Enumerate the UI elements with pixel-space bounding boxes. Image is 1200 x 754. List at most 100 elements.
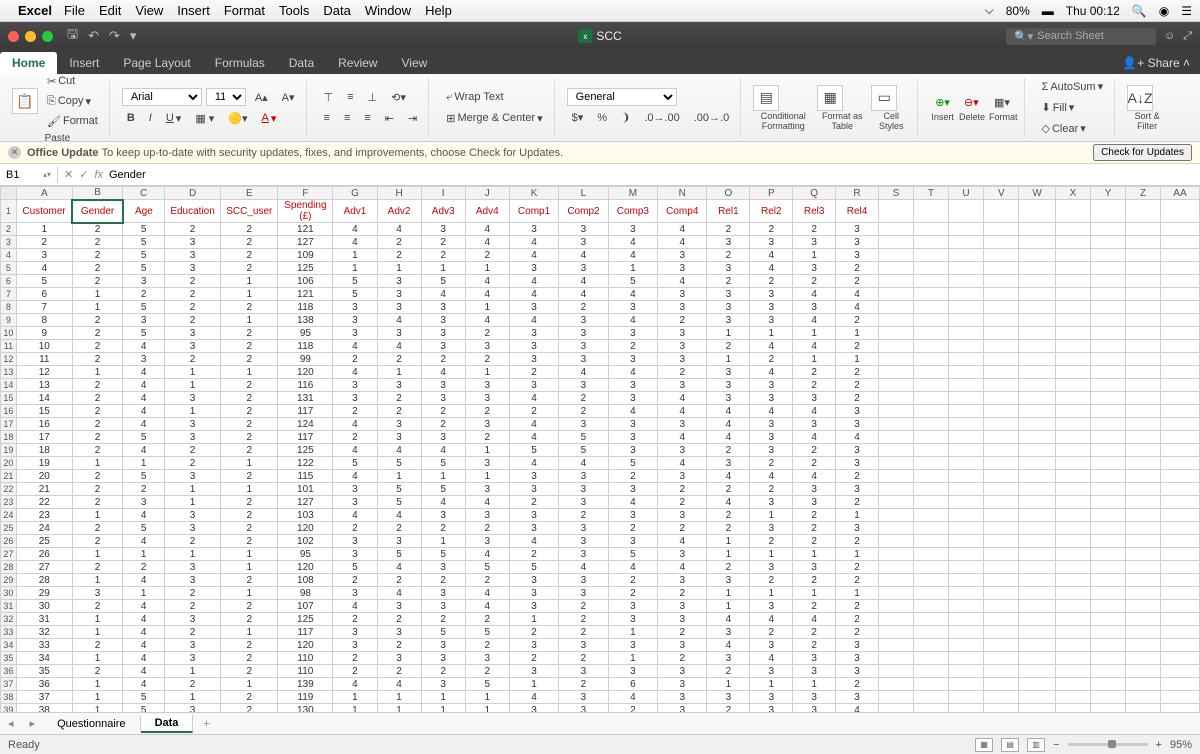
- data-cell[interactable]: 4: [658, 405, 707, 418]
- menu-icon[interactable]: ☰: [1181, 4, 1192, 18]
- data-cell[interactable]: 1: [333, 249, 377, 262]
- data-cell[interactable]: 3: [377, 275, 421, 288]
- data-cell[interactable]: 3: [793, 418, 836, 431]
- row-header-30[interactable]: 30: [1, 587, 17, 600]
- sheet-nav-prev-icon[interactable]: ◂: [0, 717, 22, 730]
- empty-cell[interactable]: [1019, 522, 1056, 535]
- empty-cell[interactable]: [984, 314, 1019, 327]
- data-cell[interactable]: 3: [658, 249, 707, 262]
- empty-cell[interactable]: [984, 288, 1019, 301]
- data-cell[interactable]: 1: [836, 509, 879, 522]
- data-cell[interactable]: 2: [221, 522, 278, 535]
- data-cell[interactable]: 35: [16, 665, 72, 678]
- empty-cell[interactable]: [878, 470, 913, 483]
- data-cell[interactable]: 2: [750, 626, 793, 639]
- data-cell[interactable]: 27: [16, 561, 72, 574]
- data-cell[interactable]: 2: [707, 249, 750, 262]
- col-header-V[interactable]: V: [984, 187, 1019, 200]
- data-cell[interactable]: 2: [465, 405, 509, 418]
- data-cell[interactable]: 3: [377, 600, 421, 613]
- empty-cell[interactable]: [914, 457, 949, 470]
- empty-cell[interactable]: [1091, 574, 1126, 587]
- empty-cell[interactable]: [1160, 327, 1199, 340]
- data-cell[interactable]: 2: [509, 496, 558, 509]
- row-header-1[interactable]: 1: [1, 200, 17, 223]
- enter-formula-icon[interactable]: ✓: [79, 168, 88, 181]
- empty-cell[interactable]: [984, 587, 1019, 600]
- data-cell[interactable]: 1: [793, 327, 836, 340]
- data-cell[interactable]: 3: [164, 561, 220, 574]
- data-cell[interactable]: 2: [509, 405, 558, 418]
- data-cell[interactable]: 3: [793, 665, 836, 678]
- data-cell[interactable]: 3: [465, 483, 509, 496]
- data-cell[interactable]: 1: [72, 457, 123, 470]
- data-cell[interactable]: 1: [72, 704, 123, 713]
- data-cell[interactable]: 1: [72, 548, 123, 561]
- data-cell[interactable]: 3: [559, 691, 608, 704]
- row-header-8[interactable]: 8: [1, 301, 17, 314]
- data-cell[interactable]: 3: [377, 431, 421, 444]
- data-cell[interactable]: 1: [750, 587, 793, 600]
- data-cell[interactable]: 3: [608, 327, 657, 340]
- data-cell[interactable]: 5: [559, 431, 608, 444]
- data-cell[interactable]: 4: [750, 405, 793, 418]
- data-cell[interactable]: 3: [750, 691, 793, 704]
- empty-cell[interactable]: [948, 704, 983, 713]
- empty-cell[interactable]: [1019, 665, 1056, 678]
- select-all-corner[interactable]: [1, 187, 17, 200]
- data-cell[interactable]: 1: [221, 626, 278, 639]
- data-cell[interactable]: 3: [333, 379, 377, 392]
- data-cell[interactable]: 3: [509, 509, 558, 522]
- empty-cell[interactable]: [948, 574, 983, 587]
- data-cell[interactable]: 2: [72, 522, 123, 535]
- data-cell[interactable]: 3: [377, 288, 421, 301]
- data-cell[interactable]: 4: [793, 340, 836, 353]
- data-cell[interactable]: 1: [221, 275, 278, 288]
- increase-indent-button[interactable]: ⇥: [403, 109, 422, 128]
- data-cell[interactable]: 2: [658, 587, 707, 600]
- row-header-9[interactable]: 9: [1, 314, 17, 327]
- data-cell[interactable]: 2: [221, 652, 278, 665]
- empty-cell[interactable]: [1055, 262, 1090, 275]
- data-cell[interactable]: 3: [559, 587, 608, 600]
- empty-cell[interactable]: [1019, 288, 1056, 301]
- data-cell[interactable]: 4: [377, 444, 421, 457]
- empty-cell[interactable]: [1160, 249, 1199, 262]
- data-cell[interactable]: 3: [377, 652, 421, 665]
- data-cell[interactable]: 3: [608, 301, 657, 314]
- col-header-D[interactable]: D: [164, 187, 220, 200]
- data-cell[interactable]: 1: [164, 483, 220, 496]
- data-cell[interactable]: 2: [465, 353, 509, 366]
- empty-cell[interactable]: [1091, 431, 1126, 444]
- data-cell[interactable]: 25: [16, 535, 72, 548]
- empty-cell[interactable]: [984, 223, 1019, 236]
- empty-cell[interactable]: [1055, 457, 1090, 470]
- align-top-button[interactable]: ⊤: [319, 88, 339, 107]
- tab-formulas[interactable]: Formulas: [203, 52, 277, 74]
- data-cell[interactable]: 1: [72, 613, 123, 626]
- data-cell[interactable]: 3: [750, 288, 793, 301]
- empty-cell[interactable]: [914, 275, 949, 288]
- data-cell[interactable]: 1: [221, 314, 278, 327]
- row-header-12[interactable]: 12: [1, 353, 17, 366]
- data-cell[interactable]: 4: [750, 340, 793, 353]
- empty-cell[interactable]: [1091, 353, 1126, 366]
- data-cell[interactable]: 2: [164, 275, 220, 288]
- data-cell[interactable]: 2: [836, 496, 879, 509]
- empty-cell[interactable]: [1091, 535, 1126, 548]
- header-cell[interactable]: Rel1: [707, 200, 750, 223]
- empty-cell[interactable]: [878, 483, 913, 496]
- data-cell[interactable]: 2: [221, 249, 278, 262]
- data-cell[interactable]: 2: [72, 444, 123, 457]
- data-cell[interactable]: 2: [750, 275, 793, 288]
- data-cell[interactable]: 2: [750, 223, 793, 236]
- data-cell[interactable]: 5: [608, 548, 657, 561]
- data-cell[interactable]: 18: [16, 444, 72, 457]
- data-cell[interactable]: 119: [278, 691, 333, 704]
- data-cell[interactable]: 1: [377, 470, 421, 483]
- zoom-in-button[interactable]: +: [1156, 739, 1162, 751]
- empty-cell[interactable]: [948, 639, 983, 652]
- empty-cell[interactable]: [1019, 561, 1056, 574]
- col-header-A[interactable]: A: [16, 187, 72, 200]
- page-break-view-button[interactable]: ▥: [1027, 738, 1045, 752]
